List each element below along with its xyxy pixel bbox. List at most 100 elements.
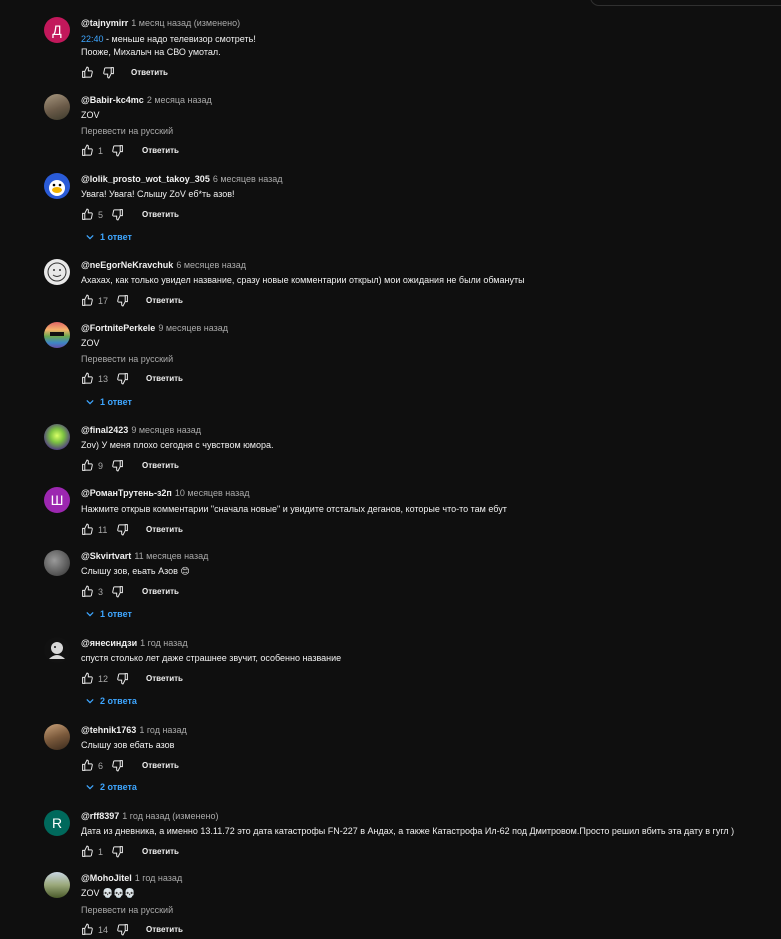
like-button[interactable] [81, 66, 94, 79]
dislike-button[interactable] [111, 845, 124, 858]
comment-header: @lolik_prosto_wot_takoy_305 6 месяцев наз… [81, 173, 283, 185]
avatar[interactable] [44, 173, 70, 199]
comment-time[interactable]: 10 месяцев назад [175, 488, 250, 498]
comment-time[interactable]: 9 месяцев назад [158, 323, 228, 333]
comment-time[interactable]: 2 месяца назад [147, 95, 212, 105]
comment-author[interactable]: @янесиндзи [81, 638, 137, 648]
comment-time[interactable]: 6 месяцев назад [176, 260, 246, 270]
like-button[interactable] [81, 294, 94, 307]
show-replies-button[interactable]: 1 ответ [86, 231, 132, 243]
like-button[interactable] [81, 523, 94, 536]
chevron-down-icon [86, 234, 94, 240]
avatar[interactable]: Ш [44, 487, 70, 513]
like-button[interactable] [81, 923, 94, 936]
reply-button[interactable]: Ответить [131, 67, 168, 79]
dislike-button[interactable] [111, 144, 124, 157]
dislike-button[interactable] [116, 672, 129, 685]
like-count: 11 [98, 525, 108, 535]
comment-time[interactable]: 9 месяцев назад [131, 425, 201, 435]
like-button[interactable] [81, 845, 94, 858]
dislike-button[interactable] [116, 523, 129, 536]
comment-author[interactable]: @neEgorNeKravchuk [81, 260, 173, 270]
comment-text-line: Дата из дневника, а именно 13.11.72 это … [81, 826, 735, 836]
show-replies-button[interactable]: 1 ответ [86, 396, 132, 408]
thumb-up-icon [82, 294, 93, 306]
avatar-letter: R [51, 815, 63, 831]
comment-author[interactable]: @tehnik1763 [81, 725, 136, 735]
avatar[interactable] [44, 637, 70, 663]
comment-author[interactable]: @final2423 [81, 425, 128, 435]
avatar[interactable] [44, 872, 70, 898]
show-replies-button[interactable]: 2 ответа [86, 695, 137, 707]
show-replies-button[interactable]: 2 ответа [86, 781, 137, 793]
comment-time[interactable]: 11 месяцев назад [134, 551, 208, 561]
reply-button[interactable]: Ответить [146, 524, 183, 536]
like-count: 14 [98, 925, 109, 935]
like-button[interactable] [81, 672, 94, 685]
show-replies-button[interactable]: 1 ответ [86, 608, 132, 620]
avatar[interactable] [44, 724, 70, 750]
reply-button[interactable]: Ответить [142, 586, 179, 598]
comment-time[interactable]: 1 месяц назад (изменено) [131, 18, 240, 28]
thumb-up-icon [82, 845, 93, 857]
thumb-down-icon [117, 673, 128, 685]
like-count: 3 [98, 587, 104, 597]
reply-button[interactable]: Ответить [142, 846, 179, 858]
comment-author[interactable]: @Babir-kc4mc [81, 95, 144, 105]
avatar-image [47, 262, 67, 282]
comment-author[interactable]: @rff8397 [81, 811, 119, 821]
dislike-button[interactable] [111, 459, 124, 472]
comment-header: @MohoJitel 1 год назад [81, 872, 182, 884]
translate-link[interactable]: Перевести на русский [81, 353, 173, 365]
comment-author[interactable]: @lolik_prosto_wot_takoy_305 [81, 174, 210, 184]
comment-time[interactable]: 1 год назад [139, 725, 186, 735]
reply-button[interactable]: Ответить [142, 209, 179, 221]
comment-author[interactable]: @РоманТрутень-з2п [81, 488, 172, 498]
dislike-button[interactable] [111, 208, 124, 221]
avatar[interactable] [44, 322, 70, 348]
avatar[interactable] [44, 424, 70, 450]
timestamp-link[interactable]: 22:40 [81, 34, 104, 44]
dislike-button[interactable] [111, 585, 124, 598]
reply-button[interactable]: Ответить [142, 145, 179, 157]
dislike-button[interactable] [111, 759, 124, 772]
thumb-down-icon [112, 209, 123, 221]
comment-author[interactable]: @Skvirtvart [81, 551, 131, 561]
translate-link[interactable]: Перевести на русский [81, 904, 173, 916]
reply-button[interactable]: Ответить [142, 760, 179, 772]
dislike-button[interactable] [116, 294, 129, 307]
comment-time[interactable]: 1 год назад [140, 638, 187, 648]
comment-author[interactable]: @tajnymirr [81, 18, 128, 28]
avatar[interactable] [44, 259, 70, 285]
like-count: 12 [98, 674, 109, 684]
like-count: 13 [98, 374, 109, 384]
like-button[interactable] [81, 372, 94, 385]
translate-link[interactable]: Перевести на русский [81, 125, 173, 137]
comment-text-line: спустя столько лет даже страшнее звучит,… [81, 653, 342, 663]
like-button[interactable] [81, 144, 94, 157]
comment-header: @РоманТрутень-з2п 10 месяцев назад [81, 487, 250, 499]
avatar[interactable]: R [44, 810, 70, 836]
like-button[interactable] [81, 459, 94, 472]
avatar[interactable] [44, 550, 70, 576]
avatar[interactable] [44, 94, 70, 120]
comment-author[interactable]: @FortnitePerkele [81, 323, 155, 333]
dislike-button[interactable] [116, 372, 129, 385]
reply-button[interactable]: Ответить [146, 924, 183, 936]
like-button[interactable] [81, 759, 94, 772]
like-button[interactable] [81, 585, 94, 598]
reply-button[interactable]: Ответить [146, 673, 183, 685]
reply-button[interactable]: Ответить [146, 295, 183, 307]
comment-author[interactable]: @MohoJitel [81, 873, 132, 883]
search-box-edge[interactable] [590, 0, 781, 6]
comment-time[interactable]: 1 год назад (изменено) [122, 811, 218, 821]
comment-text: 22:40 - меньше надо телевизор смотреть! [81, 33, 256, 46]
dislike-button[interactable] [102, 66, 115, 79]
reply-button[interactable]: Ответить [142, 460, 179, 472]
avatar[interactable]: Д [44, 17, 70, 43]
comment-time[interactable]: 6 месяцев назад [213, 174, 283, 184]
reply-button[interactable]: Ответить [146, 373, 183, 385]
comment-time[interactable]: 1 год назад [135, 873, 182, 883]
dislike-button[interactable] [116, 923, 129, 936]
like-button[interactable] [81, 208, 94, 221]
